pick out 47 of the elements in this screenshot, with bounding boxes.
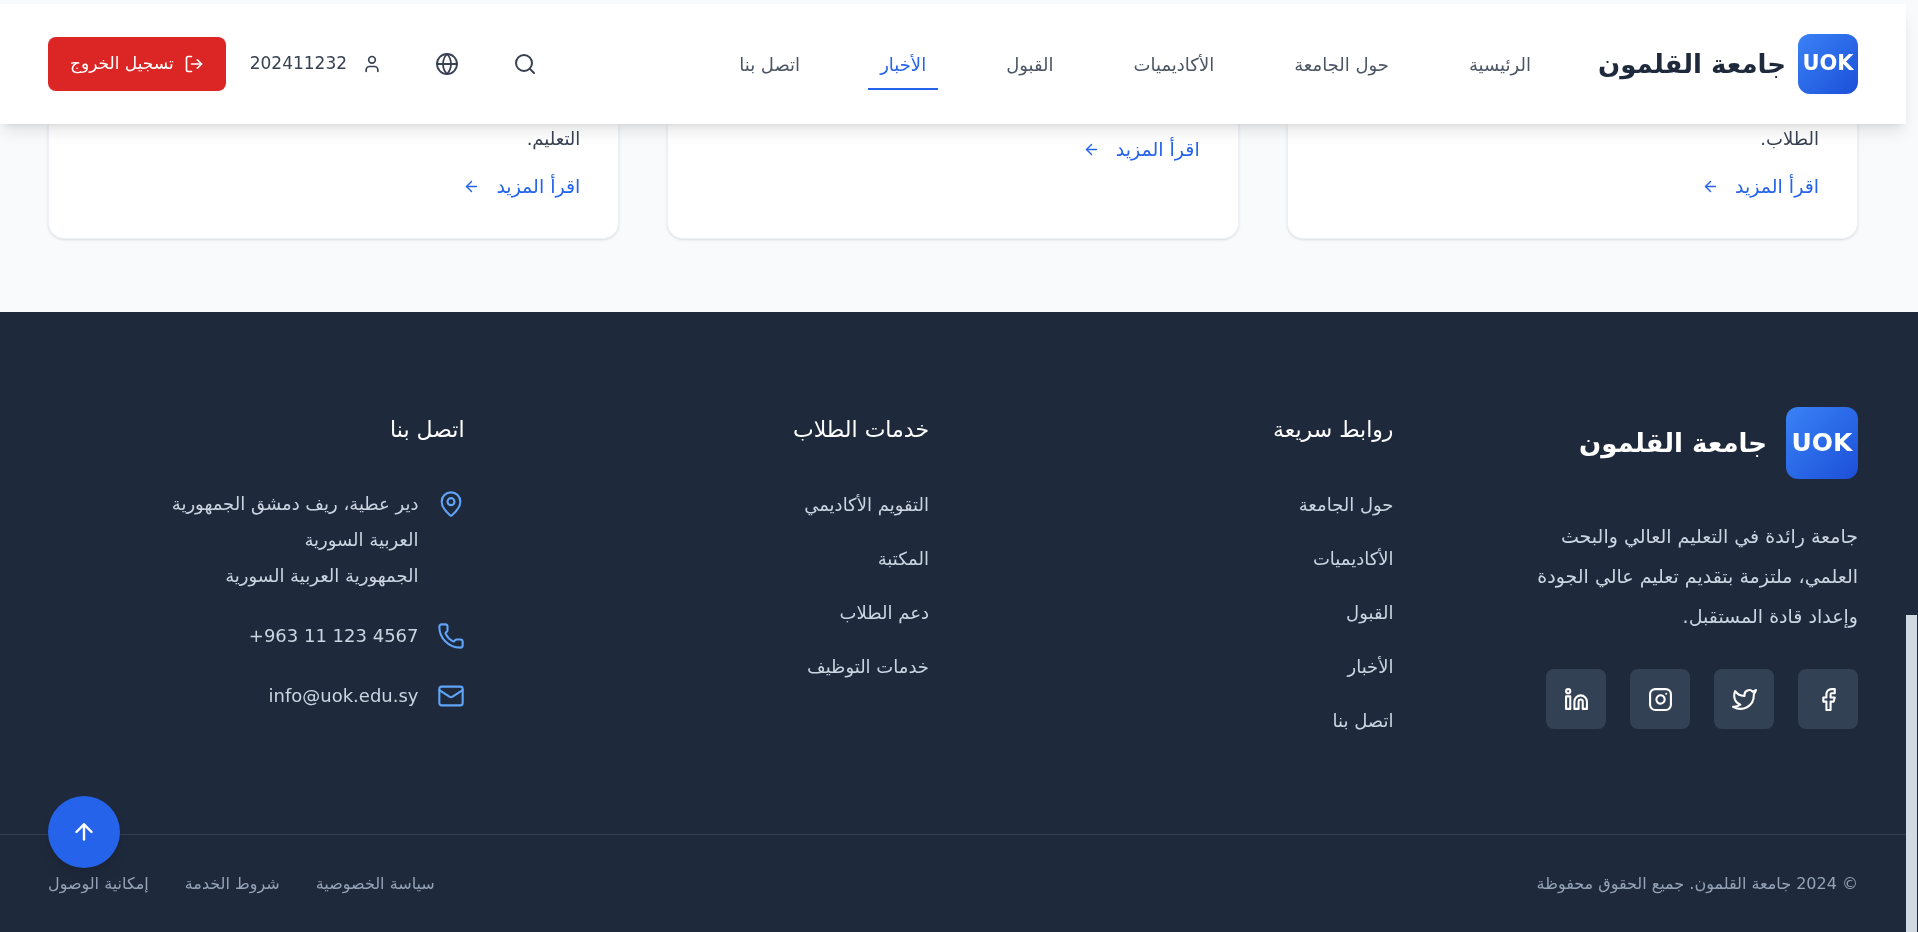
phone-icon bbox=[436, 622, 465, 650]
footer-link[interactable]: الأخبار bbox=[1347, 652, 1394, 682]
logout-icon bbox=[183, 54, 204, 74]
footer-link[interactable]: الأكاديميات bbox=[1312, 544, 1394, 574]
logo-icon[interactable]: UOK bbox=[1798, 34, 1858, 94]
footer-link[interactable]: حول الجامعة bbox=[1298, 490, 1394, 520]
legal-link[interactable]: إمكانية الوصول bbox=[48, 871, 149, 896]
facebook-icon[interactable] bbox=[1798, 669, 1858, 729]
site-title[interactable]: جامعة القلمون bbox=[1597, 44, 1786, 84]
footer-link[interactable]: القبول bbox=[1346, 598, 1394, 628]
email-address: info@uok.edu.sy bbox=[268, 684, 419, 708]
nav-link[interactable]: حول الجامعة bbox=[1282, 38, 1401, 90]
user-id: 202411232 bbox=[249, 52, 348, 76]
footer-link[interactable]: دعم الطلاب bbox=[839, 598, 929, 628]
twitter-icon[interactable] bbox=[1714, 669, 1774, 729]
legal-link[interactable]: سياسة الخصوصية bbox=[315, 871, 435, 896]
card-text: التعليم. bbox=[526, 127, 581, 152]
card-text: الطلاب. bbox=[1760, 127, 1819, 151]
read-more-link[interactable]: اقرأ المزيد bbox=[1082, 135, 1200, 163]
footer-link[interactable]: المكتبة bbox=[877, 544, 929, 574]
phone-number: +963 11 123 4567 bbox=[248, 624, 419, 648]
nav-link[interactable]: الأكاديميات bbox=[1121, 38, 1227, 90]
logout-button[interactable]: تسجيل الخروج bbox=[48, 37, 226, 91]
logo-icon: UOK bbox=[1786, 407, 1858, 479]
nav-link[interactable]: اتصل بنا bbox=[727, 38, 813, 90]
read-more-link[interactable]: اقرأ المزيد bbox=[463, 172, 581, 200]
column-heading: اتصل بنا bbox=[389, 416, 465, 444]
globe-icon[interactable] bbox=[435, 52, 460, 76]
address-text: الجمهورية العربية السورية bbox=[225, 564, 419, 589]
footer-link[interactable]: التقويم الأكاديمي bbox=[804, 490, 929, 520]
footer-link[interactable]: خدمات التوظيف bbox=[807, 652, 929, 682]
search-icon[interactable] bbox=[513, 52, 538, 76]
legal-link[interactable]: شروط الخدمة bbox=[184, 871, 280, 896]
address-text: دير عطية، ريف دمشق الجمهورية العربية السورية bbox=[170, 492, 419, 553]
instagram-icon[interactable] bbox=[1630, 669, 1690, 729]
column-heading: خدمات الطلاب bbox=[791, 416, 929, 444]
read-more-link[interactable]: اقرأ المزيد bbox=[1702, 172, 1819, 200]
footer-description: جامعة رائدة في التعليم العالي والبحث العلمي، ملتزمة بتقديم تعليم عالي الجودة وإعداد قادة المستقبل. bbox=[1536, 524, 1858, 630]
linkedin-icon[interactable] bbox=[1546, 669, 1606, 729]
nav-link[interactable]: الرئيسية bbox=[1456, 38, 1543, 90]
scrollbar-thumb[interactable] bbox=[1906, 615, 1917, 932]
nav-link[interactable]: الأخبار bbox=[868, 38, 939, 90]
column-heading: روابط سريعة bbox=[1272, 416, 1394, 444]
footer-link[interactable]: اتصل بنا bbox=[1332, 706, 1394, 736]
nav-link[interactable]: القبول bbox=[994, 38, 1066, 90]
copyright-text: © 2024 جامعة القلمون. جميع الحقوق محفوظة bbox=[1536, 872, 1858, 896]
footer-title: جامعة القلمون bbox=[1578, 426, 1767, 461]
